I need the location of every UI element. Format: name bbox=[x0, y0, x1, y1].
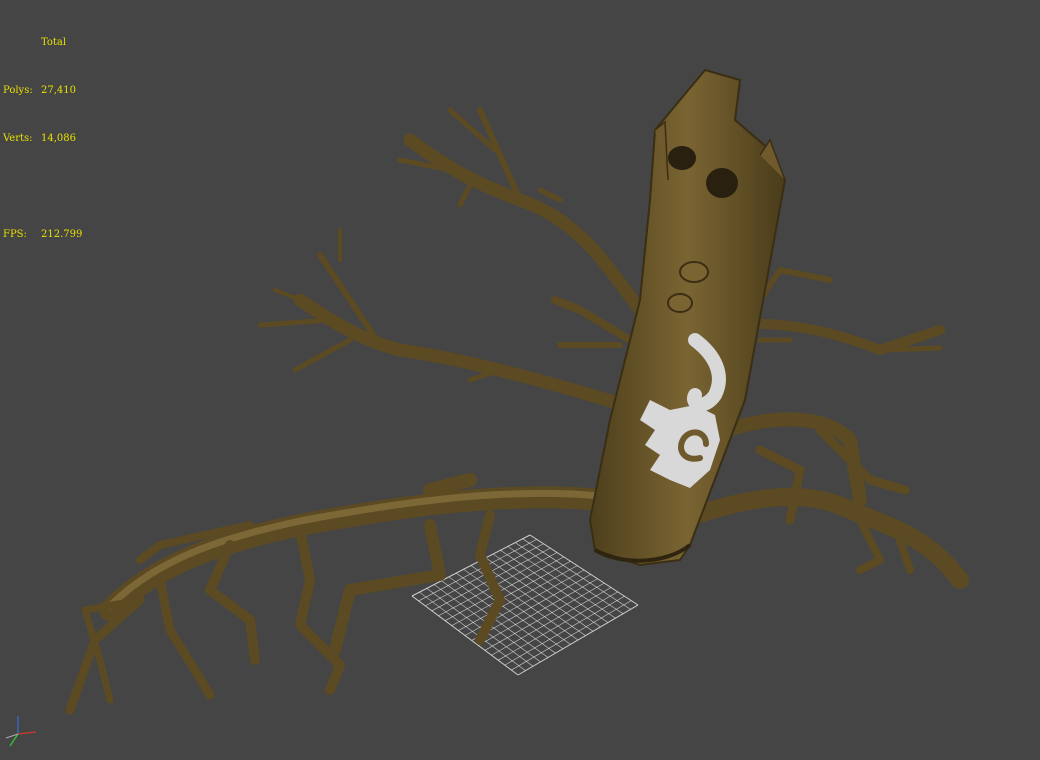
polys-row: Polys: 27,410 bbox=[3, 83, 82, 99]
trunk-hole-1 bbox=[668, 146, 696, 170]
grid-line bbox=[484, 582, 605, 651]
stats-header-row: Total bbox=[3, 35, 82, 51]
root-left-sub-2 bbox=[329, 519, 446, 656]
fps-label: FPS: bbox=[3, 229, 27, 240]
verts-label: Verts: bbox=[3, 133, 33, 144]
axis-x-line bbox=[17, 731, 37, 735]
verts-value: 14,086 bbox=[41, 133, 76, 144]
grid-line bbox=[492, 553, 601, 628]
polys-value: 27,410 bbox=[41, 85, 76, 96]
root-left-sub-6 bbox=[155, 575, 215, 700]
root-left-sub-1 bbox=[423, 473, 477, 497]
branch-top-left bbox=[403, 133, 647, 317]
grid-line bbox=[511, 600, 632, 671]
branch-right-twig-2 bbox=[757, 267, 833, 303]
viewport-statistics: Total Polys: 27,410 Verts: 14,086 FPS: 212.… bbox=[3, 3, 82, 275]
branch-top-twig-4 bbox=[457, 182, 473, 208]
branch-right bbox=[725, 318, 945, 355]
fps-value: 212.799 bbox=[41, 229, 83, 240]
root-right-main bbox=[671, 487, 969, 589]
fps-row: FPS: 212.799 bbox=[3, 227, 82, 243]
branch-top-twig-5 bbox=[537, 187, 563, 203]
scene bbox=[65, 68, 969, 715]
grid-line bbox=[497, 591, 618, 661]
root-left-sub-4 bbox=[295, 525, 345, 695]
tree-model bbox=[65, 107, 969, 715]
root-left-sub-3 bbox=[475, 510, 505, 645]
trunk-knot-2 bbox=[667, 293, 693, 313]
tree-trunk bbox=[588, 68, 787, 567]
axis-gizmo-icon bbox=[5, 716, 37, 747]
grid-line bbox=[517, 604, 639, 676]
root-left-sub-5 bbox=[205, 540, 260, 665]
branch-left-twig-3 bbox=[257, 317, 333, 328]
3d-viewport[interactable]: Total Polys: 27,410 Verts: 14,086 FPS: 212.… bbox=[0, 0, 1040, 760]
grid-line bbox=[500, 550, 609, 623]
trunk-body bbox=[588, 68, 787, 567]
grid-line bbox=[504, 595, 625, 666]
verts-row: Verts: 14,086 bbox=[3, 131, 82, 147]
root-right-sub-3 bbox=[755, 445, 805, 525]
stats-header: Total bbox=[41, 37, 67, 48]
branch-left-twig-2 bbox=[292, 337, 353, 373]
grid-line bbox=[491, 587, 612, 656]
branch-right-twig-1 bbox=[877, 345, 943, 353]
branch-mid-left bbox=[551, 296, 634, 344]
trunk-hole-2 bbox=[706, 168, 738, 198]
polys-label: Polys: bbox=[3, 85, 33, 96]
trunk-knot-1 bbox=[679, 261, 709, 283]
